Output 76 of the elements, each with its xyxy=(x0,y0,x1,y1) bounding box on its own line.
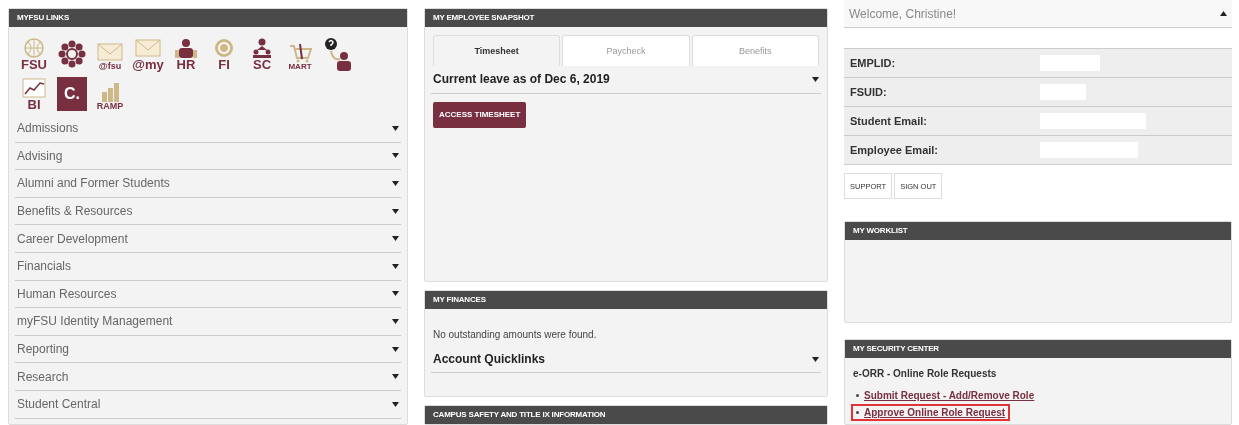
caret-icon xyxy=(392,125,399,131)
role-request-link[interactable]: Submit Request - Add/Remove Role xyxy=(851,387,1040,404)
panel-header: MY SECURITY CENTER xyxy=(845,340,1231,358)
field-label: Employee Email: xyxy=(850,144,940,156)
tile-label: C. xyxy=(64,86,80,102)
accordion-label: Research xyxy=(17,369,69,384)
caret-icon xyxy=(392,318,399,324)
bullet-icon xyxy=(856,394,859,397)
caret-icon xyxy=(1220,11,1227,16)
accordion-label: myFSU Identity Management xyxy=(17,314,173,329)
caret-icon xyxy=(392,208,399,214)
accordion-label: Financials xyxy=(17,259,72,274)
app-tile-icon[interactable]: C. xyxy=(57,77,87,111)
finances-message: No outstanding amounts were found. xyxy=(432,327,598,342)
accordion-row[interactable]: Current leave as of Dec 6, 2019 xyxy=(431,66,821,94)
security-heading: e-ORR - Online Role Requests xyxy=(852,367,998,381)
person-icon xyxy=(172,38,200,58)
envelope-icon xyxy=(96,42,124,62)
accordion-label: Student Central xyxy=(17,397,101,412)
icon-label[interactable]: BI xyxy=(27,98,41,111)
role-request-link[interactable]: Approve Online Role Request xyxy=(851,404,1011,421)
welcome-bar[interactable]: Welcome, Christine! xyxy=(844,0,1232,28)
chart-icon xyxy=(20,78,48,98)
panel-header: MY FINANCES xyxy=(425,290,827,309)
field-label: EMPLID: xyxy=(850,57,897,69)
accordion-row[interactable]: Benefits & Resources xyxy=(15,197,401,226)
access-timesheet-button[interactable]: ACCESS TIMESHEET xyxy=(433,101,527,128)
accordion-row[interactable]: Student Central xyxy=(15,390,401,419)
icon-label[interactable]: FSU xyxy=(21,58,47,71)
accordion-label: Career Development xyxy=(17,231,128,246)
accordion-label: Current leave as of Dec 6, 2019 xyxy=(433,72,610,87)
accordion-label: Benefits & Resources xyxy=(17,204,133,219)
accordion-label: Human Resources xyxy=(17,286,117,301)
panel-header: CAMPUS SAFETY AND TITLE IX INFORMATION xyxy=(425,406,827,424)
icon-label[interactable]: @fsu xyxy=(98,62,122,71)
caret-icon xyxy=(392,181,399,186)
accordion-row[interactable]: Advising xyxy=(15,142,401,171)
icon-label[interactable]: MART xyxy=(288,63,312,71)
caret-icon xyxy=(812,76,819,82)
caret-icon xyxy=(392,401,399,407)
accordion-label: Account Quicklinks xyxy=(433,352,546,367)
accordion-label: Alumni and Former Students xyxy=(17,176,170,191)
accordion-row[interactable]: myFSU Identity Management xyxy=(15,308,401,336)
caret-icon xyxy=(392,374,399,380)
icon-label[interactable]: RAMP xyxy=(96,102,124,111)
accordion-row[interactable]: Reporting xyxy=(15,335,401,364)
accordion-row[interactable]: Account Quicklinks xyxy=(431,345,821,374)
accordion-row[interactable]: Admissions xyxy=(15,115,401,143)
accordion-row[interactable]: Alumni and Former Students xyxy=(15,170,401,198)
panel-header: MY WORKLIST xyxy=(845,222,1231,240)
accordion-row[interactable]: Financials xyxy=(15,252,401,281)
panel-header: MYFSU LINKS xyxy=(9,9,407,27)
accordion-row[interactable]: Human Resources xyxy=(15,280,401,309)
panel-header: MY EMPLOYEE SNAPSHOT xyxy=(425,9,827,27)
caret-icon xyxy=(392,291,399,297)
caret-icon xyxy=(812,356,819,362)
icon-label[interactable]: HR xyxy=(176,58,196,71)
accordion-row[interactable]: Career Development xyxy=(15,225,401,253)
bullet-icon xyxy=(856,411,859,414)
icon-label[interactable]: FI xyxy=(218,58,230,71)
caret-icon xyxy=(392,153,399,159)
tab[interactable]: Timesheet xyxy=(433,35,561,66)
caret-icon xyxy=(392,263,399,269)
icon-label[interactable]: SC xyxy=(252,58,272,71)
accordion-label: Reporting xyxy=(17,342,70,357)
accordion-row[interactable]: Research xyxy=(15,363,401,391)
icon-label[interactable]: @my xyxy=(132,58,164,71)
caret-icon xyxy=(392,236,399,242)
help-person-icon xyxy=(324,37,352,71)
envelope-icon xyxy=(134,38,162,58)
accordion-label: Advising xyxy=(17,148,63,163)
welcome-text: Welcome, Christine! xyxy=(849,6,957,21)
caret-icon xyxy=(392,346,399,352)
field-label: FSUID: xyxy=(850,86,888,98)
field-label: Student Email: xyxy=(850,115,928,127)
accordion-label: Admissions xyxy=(17,121,79,136)
